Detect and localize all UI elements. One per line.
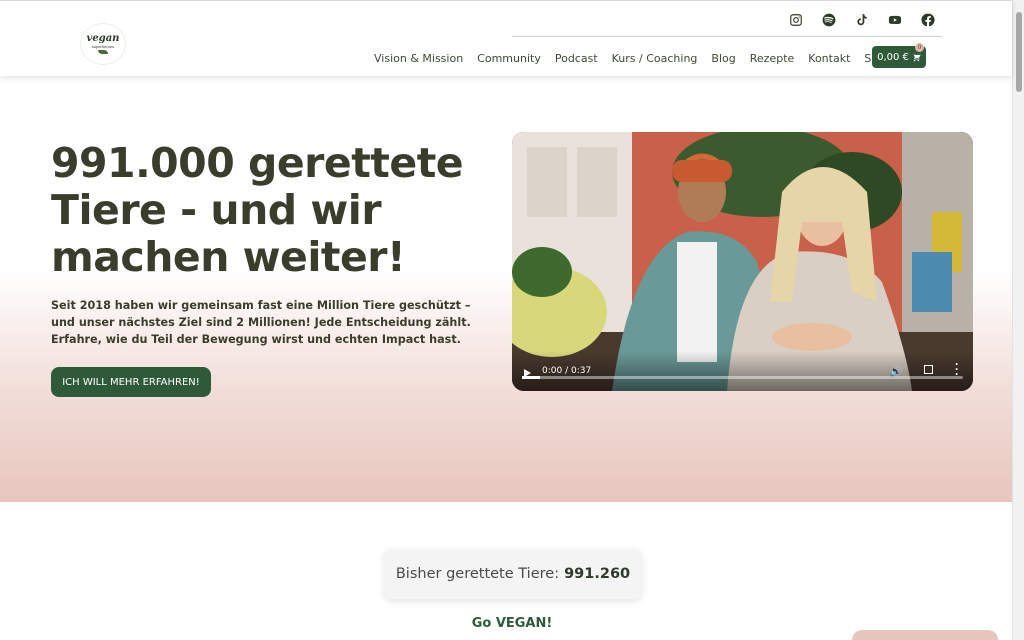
logo[interactable]: vegan superheroes — [80, 23, 126, 65]
logo-subtext: superheroes — [91, 44, 115, 49]
youtube-icon[interactable] — [886, 11, 903, 28]
instagram-icon[interactable] — [787, 11, 804, 28]
hero-title: 991.000 gerettete Tiere - und wir machen… — [51, 139, 464, 281]
video-progress-fill — [522, 376, 540, 379]
main-nav: Vision & Mission Community Podcast Kurs … — [374, 52, 906, 65]
counter-label: Bisher gerettete Tiere: — [395, 566, 560, 582]
more-options-icon[interactable]: · · · — [955, 358, 959, 380]
video-time: 0:00 / 0:37 — [542, 366, 592, 376]
logo-text: vegan — [86, 33, 120, 44]
facebook-icon[interactable] — [919, 11, 936, 28]
hero-text: Seit 2018 haben wir gemeinsam fast eine … — [51, 299, 471, 346]
scrollbar-thumb[interactable] — [1016, 12, 1022, 92]
counter-value: 991.260 — [564, 566, 631, 582]
site-header: vegan superheroes Vision & Mission Commu… — [0, 0, 1012, 76]
rescued-animals-counter: Bisher gerettete Tiere: 991.260 — [385, 549, 641, 599]
hero-section: 991.000 gerettete Tiere - und wir machen… — [0, 76, 1012, 502]
cta-button[interactable]: ICH WILL MEHR ERFAHREN! — [51, 367, 211, 397]
leaf-icon — [98, 50, 108, 54]
video-progress-bar[interactable] — [522, 376, 963, 379]
fullscreen-icon[interactable] — [924, 365, 933, 374]
tiktok-icon[interactable] — [853, 11, 870, 28]
nav-kontakt[interactable]: Kontakt — [808, 52, 850, 65]
chat-widget[interactable] — [852, 630, 998, 640]
nav-vision-mission[interactable]: Vision & Mission — [374, 52, 463, 65]
video-controls: 0:00 / 0:37 🔊 · · · — [512, 351, 973, 391]
section-heading: Go VEGAN! — [471, 616, 553, 631]
cart-count-badge: 0 — [915, 43, 924, 52]
header-divider — [512, 36, 942, 37]
social-links — [787, 11, 936, 28]
scrollbar[interactable] — [1012, 0, 1024, 640]
nav-blog[interactable]: Blog — [711, 52, 735, 65]
nav-podcast[interactable]: Podcast — [555, 52, 598, 65]
cart-total: 0,00 € — [877, 51, 909, 63]
spotify-icon[interactable] — [820, 11, 837, 28]
nav-kurs-coaching[interactable]: Kurs / Coaching — [612, 52, 698, 65]
video-player[interactable]: 0:00 / 0:37 🔊 · · · — [512, 132, 973, 391]
cart-button[interactable]: 0,00 € 0 — [872, 43, 926, 68]
cart-icon — [912, 53, 921, 61]
nav-rezepte[interactable]: Rezepte — [750, 52, 795, 65]
nav-community[interactable]: Community — [477, 52, 541, 65]
